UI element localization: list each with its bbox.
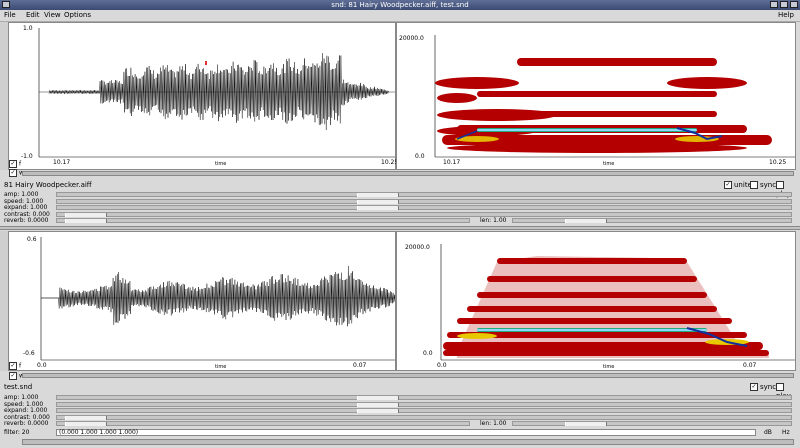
bottom-f-checkbox[interactable]: ✓ f [9, 362, 21, 370]
top-control-slider[interactable] [56, 192, 792, 197]
menu-help[interactable]: Help [778, 11, 794, 19]
pane-divider[interactable] [0, 226, 800, 230]
bottom-control-slider[interactable] [56, 421, 470, 427]
bottom-waveform-pane[interactable]: 0.6 -0.6 0.0 0.07 time [8, 231, 396, 371]
top-unite-option[interactable]: ✓ unite [724, 181, 752, 190]
top-mark [205, 61, 207, 65]
top-slider-thumb[interactable] [65, 219, 107, 224]
bottom-control-slider[interactable] [56, 408, 792, 414]
top-hscrollbar[interactable] [22, 171, 794, 176]
bottom-filter-db[interactable]: dB [764, 429, 772, 437]
top-len-thumb[interactable] [565, 219, 607, 224]
bottom-filter-label: filter: 20 [4, 429, 30, 436]
top-len-label: len: 1.00 [480, 217, 507, 225]
bottom-slider-thumb[interactable] [357, 402, 399, 407]
bottom-control-label: reverb: 0.0000 [4, 420, 49, 428]
bottom-control-slider[interactable] [56, 395, 792, 400]
bottom-filter-hz[interactable]: Hz [782, 429, 790, 437]
bottom-filter-input[interactable]: (0.000 1.000 1.000 1.000) [56, 429, 756, 436]
top-control-row: expand: 1.000 [0, 205, 800, 211]
top-control-row: reverb: 0.0000 len: 1.00 [0, 218, 800, 224]
window-menu-icon[interactable] [2, 1, 10, 8]
top-filename: 81 Hairy Woodpecker.aiff [4, 181, 92, 189]
bottom-hscrollbar[interactable] [22, 373, 794, 378]
top-control-slider[interactable] [56, 211, 792, 217]
close-icon[interactable] [790, 1, 798, 8]
bottom-file-line: test.snd ✓sync play [0, 383, 800, 400]
bottom-spectrogram-plot [440, 244, 795, 361]
top-spectrogram-pane[interactable]: 20000.0 0.0 10.17 10.25 time [396, 22, 796, 170]
bottom-spectrogram-pane[interactable]: 20000.0 0.0 0.0 0.07 time [396, 231, 796, 371]
bottom-slider-thumb[interactable] [65, 422, 107, 427]
bottom-filter-row: filter: 20 (0.000 1.000 1.000 1.000) dB … [0, 429, 800, 437]
bottom-control-row: amp: 1.000 [0, 395, 800, 401]
bottom-len-thumb[interactable] [565, 422, 607, 427]
bottom-control-row: reverb: 0.0000 len: 1.00 [0, 421, 800, 427]
top-spectrogram-plot [434, 35, 795, 158]
top-control-slider[interactable] [56, 218, 470, 224]
top-slider-thumb[interactable] [357, 193, 399, 197]
top-control-label: reverb: 0.0000 [4, 217, 49, 225]
top-waveform-plot [38, 28, 395, 158]
bottom-waveform-plot [40, 237, 395, 361]
top-waveform-pane[interactable]: 1.0 -1.0 10.17 10.25 time [8, 22, 398, 170]
menu-options[interactable]: Options [64, 11, 91, 19]
maximize-icon[interactable] [780, 1, 788, 8]
minimize-icon[interactable] [770, 1, 778, 8]
top-control-slider[interactable] [56, 205, 792, 211]
bottom-sync-option[interactable]: ✓ sync [750, 383, 776, 392]
bottom-slider-thumb[interactable] [357, 396, 399, 400]
menu-edit[interactable]: Edit [26, 11, 40, 19]
bottom-len-label: len: 1.00 [480, 420, 507, 428]
top-control-row: amp: 1.000 [0, 192, 800, 198]
bottom-control-slider[interactable] [56, 401, 792, 407]
bottom-filename: test.snd [4, 383, 33, 391]
bottom-control-slider[interactable] [56, 414, 792, 420]
top-len-slider[interactable] [512, 218, 792, 224]
bottom-len-slider[interactable] [512, 421, 792, 427]
bottom-slider-thumb[interactable] [357, 409, 399, 414]
menubar: File Edit View Options Help [0, 10, 800, 22]
menu-view[interactable]: View [44, 11, 61, 19]
top-slider-thumb[interactable] [357, 206, 399, 211]
top-file-line: 81 Hairy Woodpecker.aiff ✓unite sync pla… [0, 181, 800, 198]
top-control-row: contrast: 0.000 [0, 211, 800, 218]
top-sync-option[interactable]: sync [750, 181, 776, 190]
bottom-control-row: contrast: 0.000 [0, 414, 800, 421]
top-slider-thumb[interactable] [357, 199, 399, 204]
top-slider-thumb[interactable] [65, 212, 107, 217]
bottom-filter-scrollbar[interactable] [22, 439, 794, 445]
top-control-slider[interactable] [56, 198, 792, 204]
window-titlebar[interactable]: snd: 81 Hairy Woodpecker.aiff, test.snd [0, 0, 800, 10]
window-title: snd: 81 Hairy Woodpecker.aiff, test.snd [331, 1, 469, 9]
bottom-control-row: expand: 1.000 [0, 408, 800, 414]
menu-file[interactable]: File [4, 11, 16, 19]
top-f-checkbox[interactable]: ✓ f [9, 160, 21, 168]
bottom-slider-thumb[interactable] [65, 415, 107, 420]
top-control-row: speed: 1.000 [0, 198, 800, 205]
bottom-control-row: speed: 1.000 [0, 401, 800, 408]
